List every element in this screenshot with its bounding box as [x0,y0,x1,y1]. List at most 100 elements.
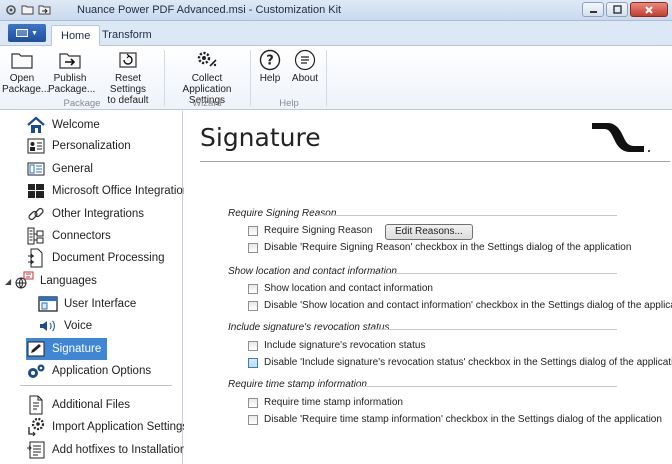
disable-show-location-contact-checkbox[interactable]: Disable 'Show location and contact infor… [248,300,672,311]
checkbox-box[interactable] [248,225,258,236]
checkbox-label: Require time stamp information [264,397,403,408]
open-package-button[interactable]: Open Package... [2,49,49,95]
pen-icon [26,339,46,359]
settings-content: Signature Require Signing Reason Require… [184,111,672,464]
help-icon: ? [256,49,284,71]
collect-settings-label-line1: Collect [191,73,223,84]
nav-item-additional-files[interactable]: Additional Files [26,394,130,416]
nav-item-user-interface[interactable]: User Interface [38,293,136,315]
title-bar: Nuance Power PDF Advanced.msi - Customiz… [0,0,672,21]
disable-require-time-stamp-checkbox[interactable]: Disable 'Require time stamp information'… [248,414,662,425]
checkbox-box[interactable] [248,414,258,425]
checkbox-label: Show location and contact information [264,283,433,294]
nuance-logo [590,119,652,156]
tab-transform[interactable]: Transform [93,25,161,46]
nav-item-label: Voice [64,320,93,332]
nav-item-label: Welcome [52,119,100,131]
require-signing-reason-checkbox[interactable]: Require Signing Reason [248,225,372,236]
disable-require-signing-reason-checkbox[interactable]: Disable 'Require Signing Reason' checkbo… [248,242,631,253]
nav-item-import-application-settings[interactable]: Import Application Settings [26,416,188,438]
nav-item-label: Microsoft Office Integration [52,185,190,197]
file-menu-button[interactable]: ▼ [8,24,46,42]
chain-link-icon [26,204,46,224]
about-button[interactable]: About [288,49,322,84]
reset-icon [98,49,158,71]
file-icon [26,395,46,415]
connectors-icon [26,226,46,246]
section-divider [366,329,617,330]
hotfix-icon [26,440,46,460]
publish-icon[interactable] [38,3,51,16]
ribbon-group-help-label: Help [279,98,299,109]
house-icon [26,115,46,135]
nav-item-signature[interactable]: Signature [26,338,108,360]
maximize-button[interactable] [606,2,628,17]
nav-item-label: Application Options [52,365,152,377]
nav-divider [20,385,172,386]
window-controls [582,2,668,17]
open-folder-icon[interactable] [21,3,34,16]
section-heading-time-stamp: Require time stamp information [228,379,367,390]
publish-icon [48,49,92,71]
nav-item-connectors[interactable]: Connectors [26,225,111,247]
checkbox-box[interactable] [248,397,258,408]
nav-item-voice[interactable]: Voice [38,315,92,337]
include-revocation-status-checkbox[interactable]: Include signature's revocation status [248,340,425,351]
checkbox-label: Disable 'Require time stamp information'… [264,414,662,425]
nav-item-label: Document Processing [52,252,165,264]
publish-package-label-line1: Publish [53,73,87,84]
open-folder-icon [2,49,42,71]
document-processing-icon [26,248,46,268]
about-icon [288,49,322,71]
id-card-icon [26,136,46,156]
checkbox-label: Require Signing Reason [264,225,373,236]
close-button[interactable] [630,2,668,17]
ribbon-tab-row: ▼ Home Transform [0,21,672,46]
checkbox-box[interactable] [248,300,258,311]
svg-text:?: ? [266,54,274,69]
section-heading-revocation-status: Include signature's revocation status [228,322,390,333]
checkbox-box[interactable] [248,283,258,294]
navigation-panel: Welcome Personalization General Microsof… [0,111,189,464]
gears-icon [26,361,46,381]
checkbox-label: Disable 'Require Signing Reason' checkbo… [264,242,632,253]
checkbox-label: Disable 'Include signature's revocation … [264,357,672,368]
checkbox-box[interactable] [248,242,258,253]
nav-item-document-processing[interactable]: Document Processing [26,247,165,269]
nav-item-application-options[interactable]: Application Options [26,360,151,382]
windows-icon [26,181,46,201]
nav-item-other-integrations[interactable]: Other Integrations [26,203,144,225]
help-button[interactable]: ? Help [256,49,284,84]
disable-include-revocation-status-checkbox[interactable]: Disable 'Include signature's revocation … [248,357,672,368]
edit-reasons-button[interactable]: Edit Reasons... [385,224,473,240]
nav-item-welcome[interactable]: Welcome [26,114,100,136]
title-divider [200,161,670,162]
open-package-label-line1: Open [9,73,35,84]
speaker-icon [38,316,58,336]
require-time-stamp-checkbox[interactable]: Require time stamp information [248,397,403,408]
nav-item-personalization[interactable]: Personalization [26,135,131,157]
checkbox-box[interactable] [248,357,258,368]
nav-item-microsoft-office[interactable]: Microsoft Office Integration [26,180,189,202]
checkbox-box[interactable] [248,340,258,351]
page-title: Signature [200,123,321,152]
nav-item-label: Other Integrations [52,208,145,220]
import-gear-icon [26,417,46,437]
section-heading-signing-reason: Require Signing Reason [228,208,337,219]
help-label: Help [259,73,281,84]
ribbon-group-separator [250,50,251,106]
about-label: About [291,73,319,84]
reset-settings-label-line1: Reset Settings [109,73,147,95]
section-divider [357,386,617,387]
publish-package-button[interactable]: Publish Package... [48,49,95,95]
app-gear-icon[interactable] [4,3,17,16]
show-location-contact-checkbox[interactable]: Show location and contact information [248,283,433,294]
minimize-button[interactable] [582,2,604,17]
nav-item-general[interactable]: General [26,158,93,180]
nav-item-languages[interactable]: Languages [14,270,97,292]
nav-item-label: User Interface [64,298,137,310]
nav-item-label: General [52,163,93,175]
nav-item-add-hotfixes[interactable]: Add hotfixes to Installation [26,439,186,461]
collapse-arrow-icon[interactable]: ◢ [5,277,11,286]
general-icon [26,159,46,179]
